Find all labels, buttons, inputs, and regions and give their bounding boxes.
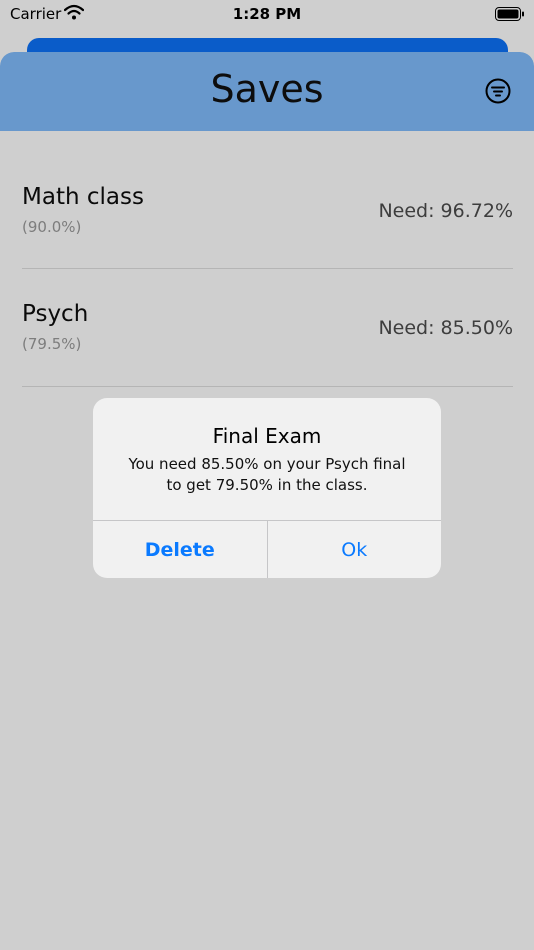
final-exam-alert: Final Exam You need 85.50% on your Psych… — [93, 398, 441, 578]
save-grade: (90.0%) — [22, 218, 82, 236]
saves-list: Math class (90.0%) Need: 96.72% Psych (7… — [22, 152, 513, 387]
status-time: 1:28 PM — [232, 5, 302, 23]
alert-title: Final Exam — [212, 424, 322, 448]
delete-button[interactable]: Delete — [93, 521, 268, 578]
save-grade: (79.5%) — [22, 335, 82, 353]
alert-message: You need 85.50% on your Psych final to g… — [93, 454, 441, 496]
battery-icon — [495, 6, 525, 21]
save-row-math-class[interactable]: Math class (90.0%) Need: 96.72% — [22, 152, 513, 269]
alert-buttons: Delete Ok — [93, 520, 441, 578]
save-name: Math class — [22, 184, 144, 210]
filter-icon — [485, 78, 511, 104]
filter-button[interactable] — [482, 75, 514, 107]
save-row-psych[interactable]: Psych (79.5%) Need: 85.50% — [22, 269, 513, 387]
alert-message-line: You need 85.50% on your Psych final — [128, 455, 406, 473]
status-bar: Carrier 1:28 PM — [0, 0, 534, 32]
ok-button[interactable]: Ok — [268, 521, 442, 578]
save-name: Psych — [22, 301, 89, 327]
save-need: Need: 96.72% — [378, 200, 513, 222]
page-title: Saves — [210, 67, 324, 111]
save-need: Need: 85.50% — [378, 317, 513, 339]
sheet-header: Saves — [0, 52, 534, 131]
alert-message-line: to get 79.50% in the class. — [166, 476, 368, 494]
